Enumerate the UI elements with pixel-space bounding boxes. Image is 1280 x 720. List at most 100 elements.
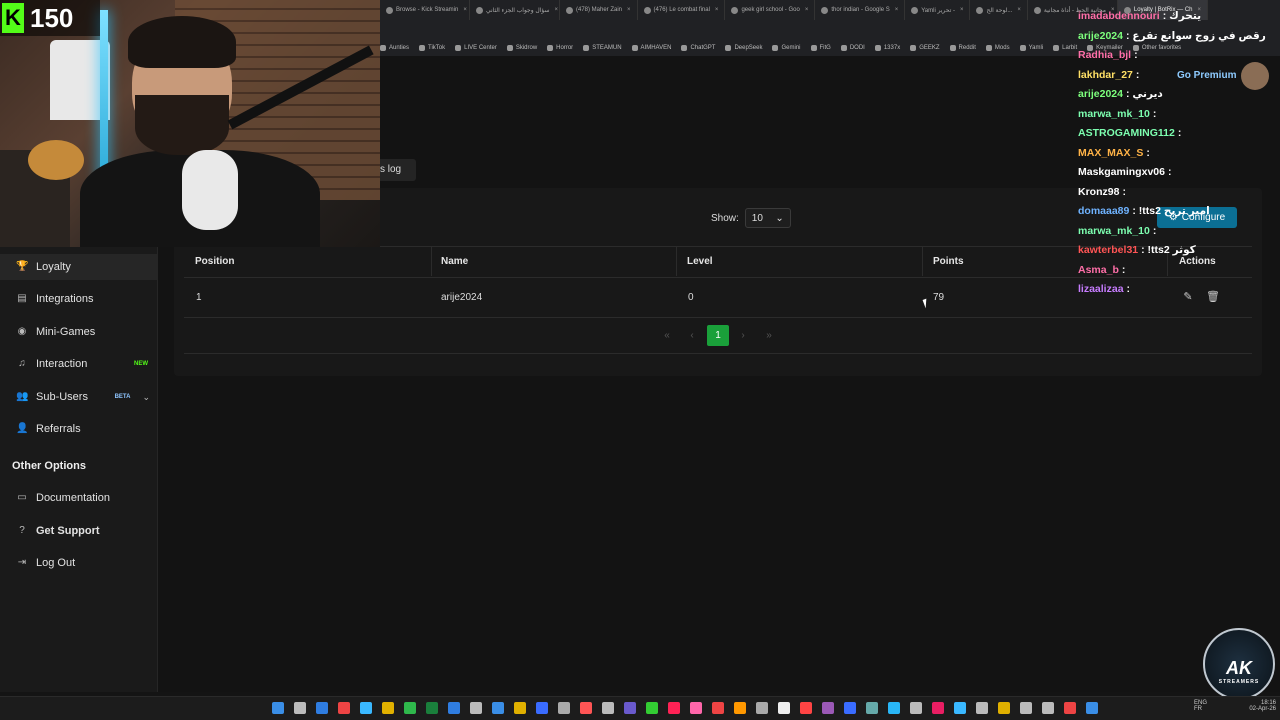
close-icon[interactable]: × bbox=[627, 7, 631, 13]
taskbar-app-icon[interactable] bbox=[954, 702, 966, 714]
bookmark-item[interactable]: Horror bbox=[547, 45, 573, 51]
taskbar-app-icon[interactable] bbox=[448, 702, 460, 714]
close-icon[interactable]: × bbox=[554, 7, 558, 13]
bookmark-item[interactable]: GEEKZ bbox=[910, 45, 940, 51]
taskbar-app-icon[interactable] bbox=[1086, 702, 1098, 714]
taskbar-app-icon[interactable] bbox=[272, 702, 284, 714]
taskbar-app-icon[interactable] bbox=[822, 702, 834, 714]
pagination-prev[interactable]: ‹ bbox=[683, 325, 701, 346]
bookmark-item[interactable]: FitG bbox=[810, 45, 831, 51]
chat-username[interactable]: Radhia_bjl bbox=[1078, 49, 1131, 61]
browser-tab[interactable]: Browse - Kick Streamin × bbox=[380, 0, 470, 20]
chat-username[interactable]: imadabdennouri bbox=[1078, 10, 1160, 22]
sidebar-item-referrals[interactable]: 👤 Referrals bbox=[0, 416, 158, 442]
taskbar-app-icon[interactable] bbox=[756, 702, 768, 714]
taskbar-app-icon[interactable] bbox=[536, 702, 548, 714]
chat-username[interactable]: marwa_mk_10 bbox=[1078, 225, 1150, 237]
taskbar-app-icon[interactable] bbox=[404, 702, 416, 714]
browser-tab[interactable]: لوحة الح... × bbox=[970, 0, 1028, 20]
go-premium-link[interactable]: Go Premium bbox=[1177, 70, 1236, 81]
taskbar-app-icon[interactable] bbox=[514, 702, 526, 714]
sidebar-item-integrations[interactable]: ▤ Integrations bbox=[0, 286, 158, 312]
pagination-next[interactable]: › bbox=[734, 325, 752, 346]
taskbar-app-icon[interactable] bbox=[998, 702, 1010, 714]
taskbar-app-icon[interactable] bbox=[690, 702, 702, 714]
taskbar-app-icon[interactable] bbox=[624, 702, 636, 714]
taskbar-app-icon[interactable] bbox=[382, 702, 394, 714]
header-position[interactable]: Position bbox=[195, 256, 234, 267]
taskbar-app-icon[interactable] bbox=[844, 702, 856, 714]
pagination-first[interactable]: « bbox=[658, 325, 676, 346]
bookmark-item[interactable]: AIMHAVEN bbox=[631, 45, 671, 51]
bookmark-item[interactable]: ChatGPT bbox=[681, 45, 715, 51]
taskbar-app-icon[interactable] bbox=[580, 702, 592, 714]
header-name[interactable]: Name bbox=[441, 256, 468, 267]
bookmark-item[interactable]: DeepSeek bbox=[725, 45, 762, 51]
chat-username[interactable]: marwa_mk_10 bbox=[1078, 108, 1150, 120]
chat-username[interactable]: Maskgamingxv06 bbox=[1078, 166, 1165, 178]
chat-username[interactable]: domaaa89 bbox=[1078, 205, 1129, 217]
bookmark-item[interactable]: 1337x bbox=[874, 45, 900, 51]
bookmark-item[interactable]: Aunties bbox=[380, 45, 409, 51]
close-icon[interactable]: × bbox=[715, 7, 719, 13]
sidebar-item-get-support[interactable]: ? Get Support bbox=[0, 518, 158, 544]
sidebar-item-documentation[interactable]: ▭ Documentation bbox=[0, 485, 158, 511]
clock[interactable]: 18:16 02-Apr-26 bbox=[1240, 700, 1276, 712]
chat-username[interactable]: kawterbel31 bbox=[1078, 244, 1138, 256]
taskbar-app-icon[interactable] bbox=[294, 702, 306, 714]
taskbar-app-icon[interactable] bbox=[558, 702, 570, 714]
close-icon[interactable]: × bbox=[463, 7, 467, 13]
taskbar-app-icon[interactable] bbox=[338, 702, 350, 714]
taskbar-app-icon[interactable] bbox=[668, 702, 680, 714]
taskbar-app-icon[interactable] bbox=[910, 702, 922, 714]
taskbar-app-icon[interactable] bbox=[888, 702, 900, 714]
taskbar-app-icon[interactable] bbox=[778, 702, 790, 714]
bookmark-item[interactable]: Mods bbox=[985, 45, 1010, 51]
taskbar-app-icon[interactable] bbox=[492, 702, 504, 714]
browser-tab[interactable]: سؤال وجواب الجزء الثاني × bbox=[470, 0, 560, 20]
close-icon[interactable]: × bbox=[805, 7, 809, 13]
taskbar-app-icon[interactable] bbox=[602, 702, 614, 714]
taskbar-app-icon[interactable] bbox=[712, 702, 724, 714]
browser-tab[interactable]: geek girl school - Goo × bbox=[725, 0, 816, 20]
chat-username[interactable]: lizaalizaa bbox=[1078, 283, 1124, 295]
bookmark-item[interactable]: Skidrow bbox=[506, 45, 537, 51]
header-points[interactable]: Points bbox=[933, 256, 964, 267]
sidebar-item-sub-users[interactable]: 👥 Sub-Users BETA ⌄ bbox=[0, 384, 158, 410]
taskbar-app-icon[interactable] bbox=[800, 702, 812, 714]
browser-tab[interactable]: Yamli تحرير - × bbox=[905, 0, 971, 20]
header-level[interactable]: Level bbox=[687, 256, 713, 267]
chat-username[interactable]: Kronz98 bbox=[1078, 186, 1119, 198]
pagination-last[interactable]: » bbox=[760, 325, 778, 346]
chat-username[interactable]: lakhdar_27 bbox=[1078, 69, 1133, 81]
chat-username[interactable]: arije2024 bbox=[1078, 30, 1123, 42]
taskbar-app-icon[interactable] bbox=[1042, 702, 1054, 714]
chat-username[interactable]: Asma_b bbox=[1078, 264, 1119, 276]
bookmark-item[interactable]: Reddit bbox=[949, 45, 976, 51]
sidebar-item-mini-games[interactable]: ◉ Mini-Games bbox=[0, 319, 158, 345]
close-icon[interactable]: × bbox=[1017, 7, 1021, 13]
taskbar-app-icon[interactable] bbox=[932, 702, 944, 714]
close-icon[interactable]: × bbox=[895, 7, 899, 13]
browser-tab[interactable]: thor indian - Google S × bbox=[815, 0, 906, 20]
taskbar-app-icon[interactable] bbox=[316, 702, 328, 714]
bookmark-item[interactable]: LIVE Center bbox=[455, 45, 497, 51]
show-select[interactable]: 10 ⌄ bbox=[744, 208, 791, 228]
taskbar-app-icon[interactable] bbox=[646, 702, 658, 714]
bookmark-item[interactable]: DODI bbox=[840, 45, 865, 51]
sidebar-item-log-out[interactable]: ⇥ Log Out bbox=[0, 550, 158, 576]
bookmark-item[interactable]: Yamli bbox=[1019, 45, 1043, 51]
browser-tab[interactable]: (478) Maher Zain × bbox=[560, 0, 638, 20]
language-indicator[interactable]: ENG FR bbox=[1194, 700, 1207, 712]
taskbar-app-icon[interactable] bbox=[1064, 702, 1076, 714]
chat-username[interactable]: arije2024 bbox=[1078, 88, 1123, 100]
chat-username[interactable]: ASTROGAMING112 bbox=[1078, 127, 1175, 139]
taskbar-app-icon[interactable] bbox=[866, 702, 878, 714]
sidebar-item-interaction[interactable]: ♫ Interaction NEW bbox=[0, 351, 158, 377]
bookmark-item[interactable]: TikTok bbox=[419, 45, 445, 51]
browser-tab[interactable]: (476) Le combat final × bbox=[638, 0, 726, 20]
taskbar-app-icon[interactable] bbox=[470, 702, 482, 714]
avatar[interactable] bbox=[1241, 62, 1269, 90]
chat-username[interactable]: MAX_MAX_S bbox=[1078, 147, 1143, 159]
taskbar-app-icon[interactable] bbox=[976, 702, 988, 714]
